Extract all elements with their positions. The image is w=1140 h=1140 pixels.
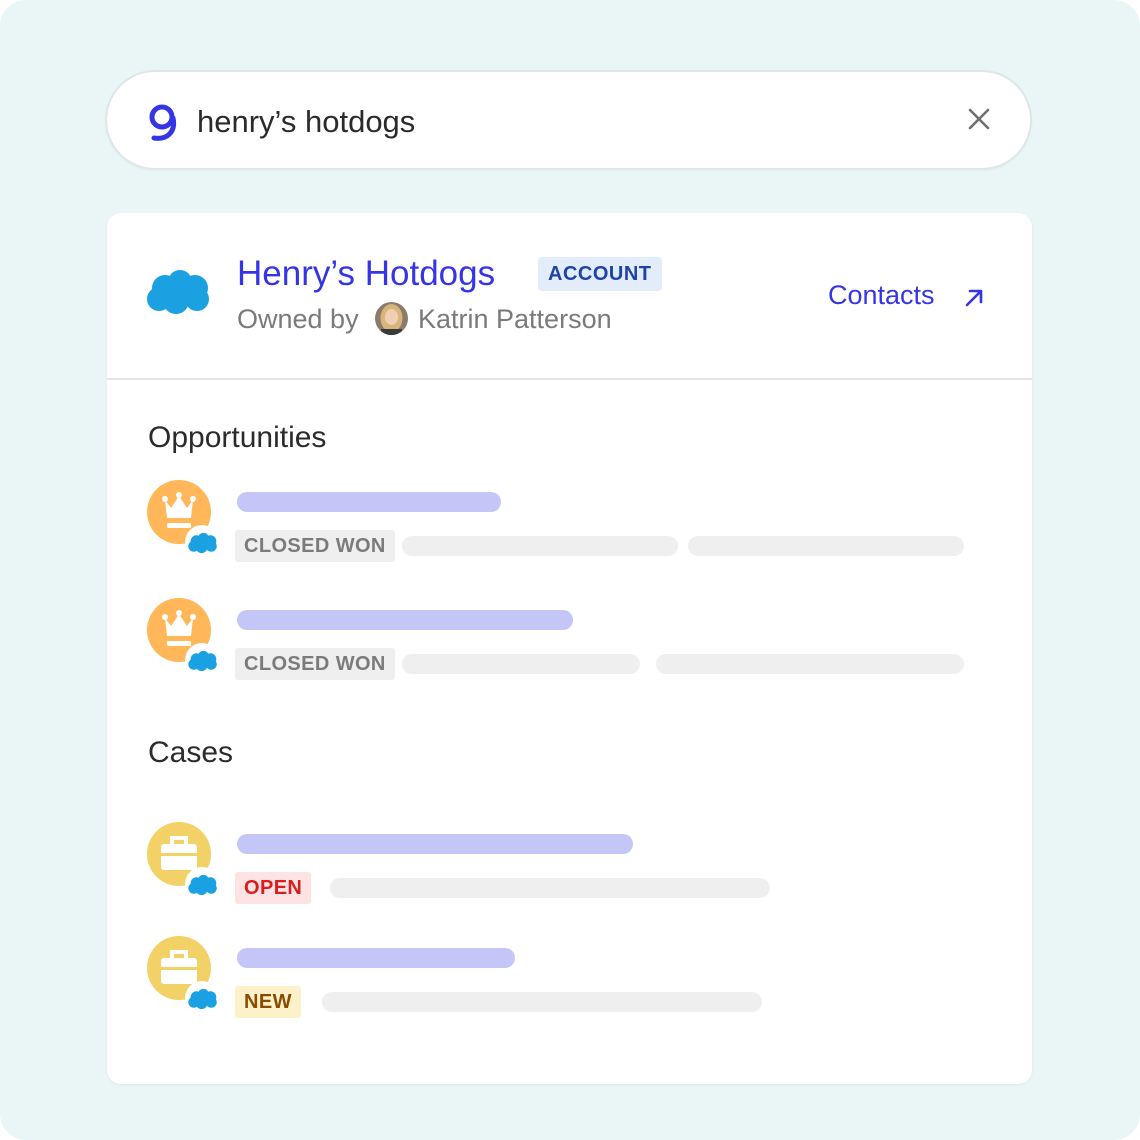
- briefcase-icon: [147, 936, 219, 1012]
- app-frame: henry’s hotdogs Henry’s Hotdogs ACCOUNT …: [0, 0, 1140, 1140]
- account-title[interactable]: Henry’s Hotdogs: [237, 251, 495, 297]
- search-input[interactable]: henry’s hotdogs: [197, 102, 415, 142]
- salesforce-cloud-icon: [145, 268, 213, 316]
- status-badge: OPEN: [235, 872, 312, 904]
- opportunity-row[interactable]: CLOSED WON: [107, 598, 1032, 698]
- status-badge: CLOSED WON: [235, 648, 395, 680]
- contacts-link[interactable]: Contacts: [828, 277, 935, 313]
- opportunity-title-placeholder: [237, 492, 501, 512]
- case-title-placeholder: [237, 834, 633, 854]
- opportunity-row[interactable]: CLOSED WON: [107, 480, 1032, 580]
- detail-placeholder: [402, 654, 640, 674]
- close-icon[interactable]: [965, 105, 993, 133]
- detail-placeholder: [330, 878, 770, 898]
- avatar: [375, 302, 408, 335]
- status-badge: CLOSED WON: [235, 530, 395, 562]
- case-row[interactable]: NEW: [107, 936, 1032, 1036]
- crown-icon: [147, 598, 219, 674]
- search-bar[interactable]: henry’s hotdogs: [105, 70, 1032, 170]
- account-result-card: Henry’s Hotdogs ACCOUNT Owned by Katrin …: [107, 213, 1032, 1084]
- detail-placeholder: [402, 536, 678, 556]
- owner-name[interactable]: Katrin Patterson: [418, 301, 612, 337]
- case-title-placeholder: [237, 948, 515, 968]
- header-divider: [107, 378, 1032, 380]
- briefcase-icon: [147, 822, 219, 898]
- account-header: Henry’s Hotdogs ACCOUNT Owned by Katrin …: [107, 213, 1032, 379]
- opportunity-title-placeholder: [237, 610, 573, 630]
- glean-g-icon: [149, 104, 177, 141]
- detail-placeholder: [656, 654, 964, 674]
- account-type-badge: ACCOUNT: [538, 257, 662, 291]
- cases-heading: Cases: [148, 736, 234, 769]
- crown-icon: [147, 480, 219, 556]
- status-badge: NEW: [235, 986, 301, 1018]
- opportunities-heading: Opportunities: [148, 421, 327, 454]
- detail-placeholder: [688, 536, 964, 556]
- arrow-up-right-icon[interactable]: [963, 287, 985, 309]
- detail-placeholder: [322, 992, 762, 1012]
- owned-by-label: Owned by: [237, 304, 359, 334]
- case-row[interactable]: OPEN: [107, 822, 1032, 922]
